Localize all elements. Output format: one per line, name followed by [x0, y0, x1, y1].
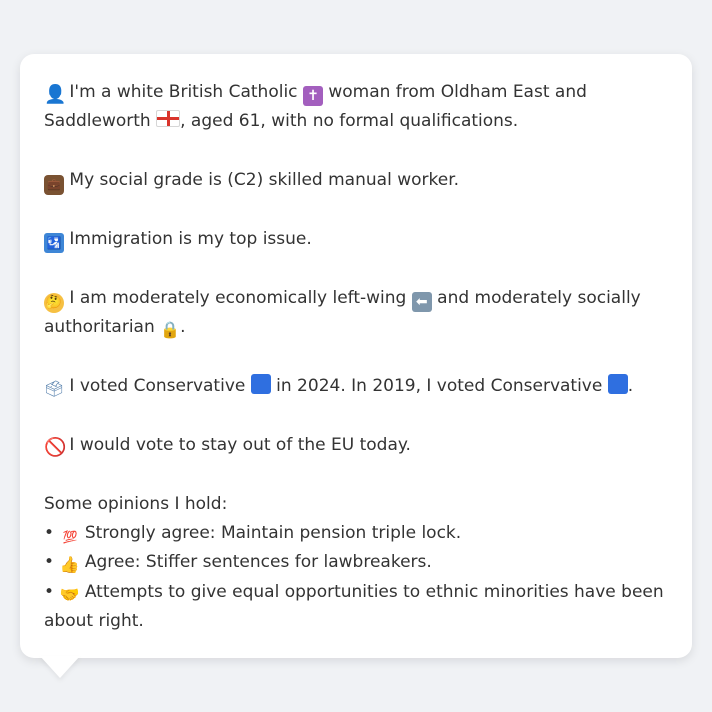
hundred-points-icon: 💯 [62, 530, 77, 544]
blue-square-icon [607, 374, 628, 394]
eu-vote-line: 🚫 I would vote to stay out of the EU tod… [44, 431, 668, 460]
vote-history-text-1: I voted Conservative [69, 376, 246, 396]
vote-history-text-3: . [627, 376, 634, 396]
opinions-heading: Some opinions I hold: [44, 493, 228, 514]
social-grade-line: 💼 My social grade is (C2) skilled manual… [44, 166, 668, 196]
identity-text-3: , aged 61, with no formal qualifications… [180, 111, 519, 132]
identity-line: 👤 I'm a white British Catholic ✝ woman f… [44, 78, 668, 137]
top-issue-line: 🛂 Immigration is my top issue. [44, 225, 668, 254]
social-grade-text: My social grade is (C2) skilled manual w… [69, 170, 460, 191]
no-entry-icon: 🚫 [44, 436, 67, 458]
cross-icon: ✝ [302, 86, 323, 106]
ideology-text-3: . [180, 317, 186, 338]
opinion-text: Agree: Stiffer sentences for lawbreakers… [84, 552, 432, 573]
opinion-text: Strongly agree: Maintain pension triple … [84, 523, 462, 543]
opinion-item: • 🤝 Attempts to give equal opportunities… [44, 578, 668, 637]
identity-text-1: I'm a white British Catholic [69, 82, 298, 102]
thumbs-up-icon: 👍 [59, 555, 80, 575]
vote-history-text-2: in 2024. In 2019, I voted Conservative [276, 376, 603, 396]
england-flag-icon [156, 110, 181, 128]
thinking-face-icon: 🤔 [44, 292, 64, 313]
passport-control-icon: 🛂 [44, 233, 64, 253]
handshake-icon: 🤝 [59, 584, 80, 604]
bullet: • [44, 581, 55, 602]
left-arrow-icon: ⬅ [411, 291, 432, 312]
ideology-line: 🤔 I am moderately economically left-wing… [44, 284, 668, 343]
blue-square-icon [250, 374, 271, 394]
top-issue-text: Immigration is my top issue. [69, 229, 312, 249]
opinion-item: • 💯 Strongly agree: Maintain pension tri… [44, 519, 668, 548]
bubble-tail [40, 656, 80, 678]
bullet: • [44, 552, 55, 573]
opinion-text: Attempts to give equal opportunities to … [44, 581, 664, 632]
ballot-box-icon: 🗳 [44, 379, 65, 398]
person-icon: 👤 [44, 84, 67, 105]
briefcase-icon: 💼 [44, 175, 64, 196]
eu-vote-text: I would vote to stay out of the EU today… [69, 434, 411, 455]
chat-message-bubble: 👤 I'm a white British Catholic ✝ woman f… [20, 54, 692, 658]
page: 👤 I'm a white British Catholic ✝ woman f… [0, 0, 712, 712]
opinion-item: • 👍 Agree: Stiffer sentences for lawbrea… [44, 548, 668, 577]
lock-icon: 🔒 [160, 320, 181, 340]
vote-history-line: 🗳 I voted Conservative in 2024. In 2019,… [44, 372, 668, 401]
ideology-text-1: I am moderately economically left-wing [69, 287, 407, 308]
bullet: • [44, 523, 55, 543]
